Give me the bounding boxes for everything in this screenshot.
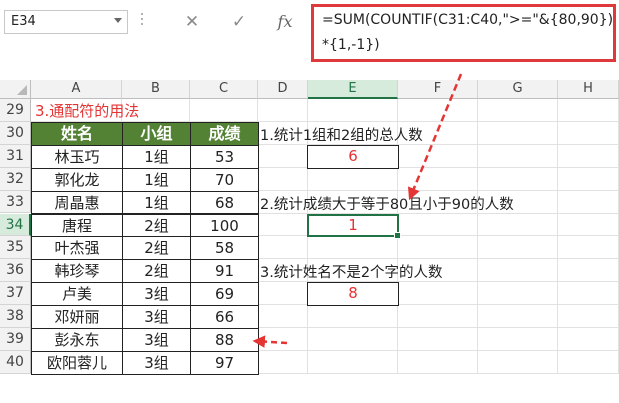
- name-box-value: E34: [11, 14, 36, 29]
- table-cell[interactable]: 58: [190, 236, 259, 261]
- table-cell[interactable]: 郭化龙: [31, 167, 123, 192]
- table-cell[interactable]: 2组: [122, 259, 191, 284]
- column-header-b[interactable]: B: [122, 80, 190, 99]
- table-cell[interactable]: 周晶惠: [31, 190, 123, 215]
- table-cell[interactable]: 欧阳蓉儿: [31, 350, 123, 375]
- table-cell[interactable]: 100: [190, 213, 259, 238]
- question-text: 2.统计成绩大于等于80且小于90的人数: [260, 196, 514, 213]
- table-cell[interactable]: 邓妍丽: [31, 305, 123, 329]
- answer-cell[interactable]: 6: [307, 144, 399, 169]
- question-text: 1.统计1组和2组的总人数: [260, 127, 423, 144]
- column-header-f[interactable]: F: [398, 80, 478, 99]
- column-header-d[interactable]: D: [258, 80, 308, 99]
- row-header-37[interactable]: 37: [0, 282, 31, 306]
- row-header-38[interactable]: 38: [0, 305, 31, 328]
- table-cell[interactable]: 69: [190, 282, 259, 307]
- row-header-40[interactable]: 40: [0, 350, 31, 374]
- table-cell[interactable]: 唐程: [31, 213, 123, 238]
- table-cell[interactable]: 2组: [122, 236, 191, 261]
- table-cell[interactable]: 2组: [122, 213, 191, 238]
- row-header-33[interactable]: 33: [0, 190, 31, 214]
- column-header-e[interactable]: E: [308, 80, 398, 99]
- formula-input[interactable]: =SUM(COUNTIF(C31:C40,">="&{80,90}) *{1,-…: [311, 4, 616, 62]
- table-cell[interactable]: 88: [190, 328, 259, 352]
- question-text: 3.统计姓名不是2个字的人数: [260, 265, 443, 282]
- insert-function-button[interactable]: fx: [270, 10, 300, 34]
- table-cell[interactable]: 彭永东: [31, 328, 123, 352]
- table-cell[interactable]: 卢美: [31, 282, 123, 307]
- table-header-cell: 小组: [122, 121, 191, 146]
- row-header-31[interactable]: 31: [0, 144, 31, 168]
- cancel-icon[interactable]: ✕: [177, 10, 207, 34]
- active-answer-cell[interactable]: 1: [307, 213, 401, 240]
- table-cell[interactable]: 68: [190, 190, 259, 215]
- table-cell[interactable]: 1组: [122, 190, 191, 215]
- enter-icon[interactable]: ✓: [224, 10, 254, 34]
- formula-line-2: *{1,-1}): [322, 37, 380, 53]
- table-cell[interactable]: 3组: [122, 350, 191, 375]
- row-header-39[interactable]: 39: [0, 328, 31, 351]
- table-cell[interactable]: 91: [190, 259, 259, 284]
- answer-cell[interactable]: 8: [307, 282, 399, 307]
- table-cell[interactable]: 70: [190, 167, 259, 192]
- table-cell[interactable]: 53: [190, 144, 259, 169]
- fill-handle[interactable]: [394, 232, 401, 240]
- gridline-vertical: [477, 99, 478, 374]
- table-cell[interactable]: 叶杰强: [31, 236, 123, 261]
- formula-bar: E34 ✕ ✓ fx =SUM(COUNTIF(C31:C40,">="&{80…: [0, 0, 619, 80]
- chevron-down-icon[interactable]: [114, 18, 122, 23]
- table-cell[interactable]: 1组: [122, 144, 191, 169]
- section-title: 3.通配符的用法: [35, 102, 140, 120]
- column-header-a[interactable]: A: [31, 80, 122, 99]
- row-header-30[interactable]: 30: [0, 121, 31, 145]
- row-header-35[interactable]: 35: [0, 236, 31, 260]
- select-all-corner[interactable]: [0, 80, 31, 99]
- row-header-34[interactable]: 34: [0, 213, 31, 237]
- row-header-36[interactable]: 36: [0, 259, 31, 283]
- arrow-to-cell-88: [252, 335, 288, 348]
- row-header-29[interactable]: 29: [0, 99, 31, 122]
- table-cell[interactable]: 66: [190, 305, 259, 329]
- column-header-g[interactable]: G: [478, 80, 558, 99]
- column-header-h[interactable]: H: [558, 80, 619, 99]
- name-box[interactable]: E34: [4, 10, 128, 34]
- splitter-dots-icon[interactable]: [140, 13, 144, 33]
- table-cell[interactable]: 韩珍琴: [31, 259, 123, 284]
- table-header-cell: 成绩: [190, 121, 259, 146]
- row-header-32[interactable]: 32: [0, 167, 31, 191]
- table-cell[interactable]: 3组: [122, 282, 191, 307]
- table-cell[interactable]: 3组: [122, 328, 191, 352]
- table-cell[interactable]: 林玉巧: [31, 144, 123, 169]
- table-cell[interactable]: 3组: [122, 305, 191, 329]
- gridline-vertical: [557, 99, 558, 374]
- table-cell[interactable]: 97: [190, 350, 259, 375]
- table-header-cell: 姓名: [31, 121, 123, 146]
- formula-line-1: =SUM(COUNTIF(C31:C40,">="&{80,90}): [322, 12, 614, 28]
- column-header-c[interactable]: C: [190, 80, 258, 99]
- table-cell[interactable]: 1组: [122, 167, 191, 192]
